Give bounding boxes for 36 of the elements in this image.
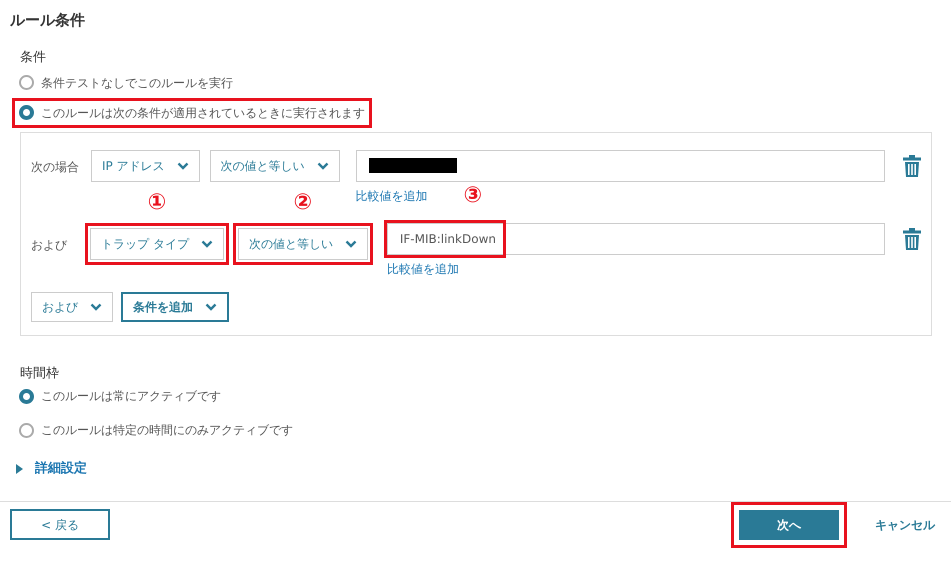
chevron-down-icon	[90, 302, 102, 311]
cancel-button[interactable]: キャンセル	[869, 514, 941, 535]
callout-number: ①	[148, 192, 166, 214]
section-heading: 時間枠	[20, 366, 60, 382]
advanced-settings-toggle[interactable]: 詳細設定	[16, 459, 87, 479]
add-condition-button[interactable]: 条件を追加	[121, 292, 229, 322]
operator-select[interactable]: 次の値と等しい	[210, 150, 340, 182]
field-select[interactable]: IP アドレス	[91, 150, 200, 182]
value-field[interactable]	[356, 150, 885, 182]
chevron-down-icon	[316, 162, 329, 170]
condition-label: および	[31, 236, 68, 254]
chevron-down-icon	[344, 240, 357, 248]
radio-option[interactable]: このルールは特定の時間にのみアクティブです	[12, 415, 300, 446]
radio-option[interactable]: このルールは常にアクティブです	[12, 381, 228, 412]
callout-number: ③	[464, 184, 482, 207]
trash-icon[interactable]	[903, 154, 921, 177]
value-text: IF-MIB:linkDown	[400, 230, 496, 248]
chevron-down-icon	[176, 162, 189, 170]
trash-icon[interactable]	[903, 228, 921, 250]
radio-option[interactable]: 条件テストなしでこのルールを実行	[12, 68, 240, 98]
value-field[interactable]: IF-MIB:linkDown	[386, 222, 885, 255]
add-value-link[interactable]: 比較値を追加	[356, 186, 428, 205]
section-heading: 条件	[20, 50, 47, 66]
back-button[interactable]: < 戻る	[10, 509, 110, 540]
add-value-link[interactable]: 比較値を追加	[386, 260, 459, 278]
operator-select[interactable]: 次の値と等しい	[238, 228, 368, 260]
next-button[interactable]: 次へ	[739, 510, 839, 540]
page-title: ルール条件	[9, 10, 86, 31]
radio-option[interactable]: このルールは次の条件が適用されているときに実行されます	[12, 98, 372, 128]
caret-right-icon	[16, 464, 23, 474]
chevron-down-icon	[200, 240, 213, 248]
condition-label: 次の場合	[31, 158, 80, 176]
callout-number: ②	[294, 192, 312, 214]
chevron-down-icon	[205, 302, 217, 311]
field-select[interactable]: トラップ タイプ	[90, 228, 224, 260]
join-select[interactable]: および	[31, 292, 113, 322]
